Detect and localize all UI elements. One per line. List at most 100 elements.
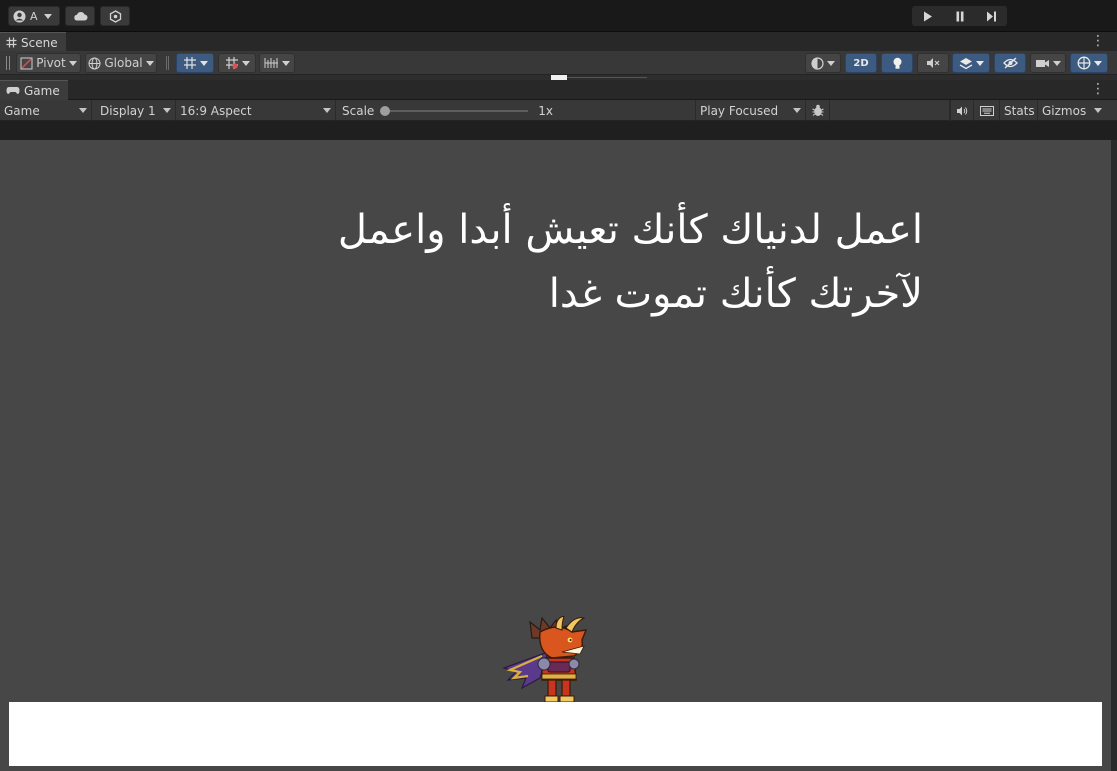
grid-snap-icon — [183, 57, 196, 69]
shading-mode-dropdown[interactable] — [805, 53, 841, 73]
chevron-down-icon — [793, 108, 801, 113]
play-button[interactable] — [912, 6, 944, 26]
pivot-icon — [20, 57, 33, 69]
chevron-down-icon — [323, 108, 331, 113]
view-select[interactable]: Game — [0, 100, 92, 121]
game-toolbar: Game Display 1 16:9 Aspect Scale 1x Play… — [0, 100, 1117, 121]
step-icon — [986, 11, 996, 21]
services-button[interactable] — [100, 6, 130, 26]
snap-increment-icon — [225, 57, 238, 69]
stats-button[interactable]: Stats — [1000, 100, 1038, 121]
lightbulb-icon — [893, 57, 901, 69]
play-icon — [923, 11, 932, 21]
scene-menu-icon[interactable]: ⋮ — [1091, 34, 1105, 48]
keyboard-icon — [979, 105, 994, 116]
gizmo-globe-icon — [1077, 56, 1090, 70]
display-select[interactable]: Display 1 — [92, 100, 176, 121]
dragon-knight-sprite — [502, 616, 588, 703]
pivot-label: Pivot — [36, 56, 66, 70]
chevron-down-icon — [827, 60, 835, 66]
mute-audio-button[interactable] — [950, 100, 974, 121]
chevron-down-icon — [43, 13, 52, 19]
cloud-button[interactable] — [65, 6, 95, 26]
tab-scene-label: Scene — [21, 35, 58, 50]
eye-slash-icon — [1002, 57, 1018, 69]
shading-icon — [811, 56, 824, 70]
lighting-toggle[interactable] — [881, 53, 913, 73]
hidden-objects-toggle[interactable] — [994, 53, 1026, 73]
2d-mode-button[interactable]: 2D — [845, 53, 877, 73]
pivot-dropdown[interactable]: Pivot — [16, 53, 81, 73]
camera-dropdown[interactable] — [1030, 53, 1066, 73]
services-icon — [109, 9, 121, 23]
scale-label: Scale — [342, 103, 375, 118]
account-label: A — [30, 9, 38, 23]
view-select-value: Game — [4, 103, 40, 118]
gizmos-button[interactable]: Gizmos — [1038, 100, 1108, 121]
chevron-down-icon — [1093, 60, 1102, 66]
ground-platform — [9, 702, 1102, 766]
drag-handle-icon[interactable] — [6, 56, 10, 70]
grid-snap-button[interactable] — [176, 53, 214, 73]
bug-icon — [811, 104, 824, 116]
aspect-select-value: 16:9 Aspect — [180, 103, 252, 118]
camera-icon — [1036, 59, 1049, 67]
account-icon — [13, 10, 26, 22]
chevron-down-icon — [163, 108, 171, 113]
quote-line-1: اعمل لدنياك كأنك تعيش أبدا واعمل — [337, 207, 923, 253]
pause-button[interactable] — [944, 6, 976, 26]
game-letterbox-top — [0, 121, 1117, 140]
tab-game-label: Game — [24, 83, 60, 98]
ruler-button[interactable] — [259, 53, 295, 73]
scale-slider-thumb[interactable] — [380, 105, 391, 116]
chevron-down-icon — [282, 60, 290, 66]
global-dropdown[interactable]: Global — [85, 53, 157, 73]
game-menu-icon[interactable]: ⋮ — [1091, 82, 1105, 96]
right-edge-panel — [1111, 140, 1117, 771]
toolbar-separator — [166, 56, 169, 70]
step-button[interactable] — [975, 6, 1007, 26]
stats-label: Stats — [1004, 103, 1035, 118]
account-dropdown[interactable]: A — [8, 6, 60, 26]
chevron-down-icon — [145, 60, 154, 66]
display-select-value: Display 1 — [100, 103, 156, 118]
scale-slider[interactable] — [380, 105, 529, 116]
global-label: Global — [104, 56, 143, 70]
layers-icon — [959, 57, 972, 69]
gizmos-label: Gizmos — [1042, 103, 1087, 118]
chevron-down-icon — [199, 60, 208, 66]
scene-view-red-marker — [567, 77, 647, 78]
toolbar-spacer — [830, 100, 950, 121]
speaker-icon — [957, 106, 968, 115]
snap-increment-button[interactable] — [218, 53, 256, 73]
grid-icon — [6, 37, 17, 48]
globe-icon — [88, 57, 101, 69]
scale-control: Scale 1x — [336, 100, 696, 121]
2d-mode-label: 2D — [853, 57, 869, 69]
chevron-down-icon — [79, 108, 87, 113]
play-mode-select[interactable]: Play Focused — [696, 100, 806, 121]
tab-scene[interactable]: Scene — [0, 32, 66, 52]
game-tab-strip: Game ⋮ — [0, 80, 1117, 100]
gizmos-scene-dropdown[interactable] — [1070, 53, 1108, 73]
shortcuts-button[interactable] — [974, 100, 1000, 121]
game-view[interactable]: اعمل لدنياك كأنك تعيش أبدا واعمل لآخرتك … — [0, 140, 1111, 771]
scale-slider-track — [380, 109, 529, 112]
chevron-down-icon — [975, 60, 984, 66]
gamepad-icon — [6, 87, 20, 94]
main-toolbar: A — [0, 0, 1117, 32]
playmode-controls — [912, 6, 1007, 26]
aspect-select[interactable]: 16:9 Aspect — [176, 100, 336, 121]
chevron-down-icon — [1094, 108, 1102, 113]
quote-text: اعمل لدنياك كأنك تعيش أبدا واعمل لآخرتك … — [203, 198, 923, 326]
pause-icon — [956, 11, 963, 21]
chevron-down-icon — [241, 60, 250, 66]
scene-toolbar: Pivot Global 2D — [0, 51, 1117, 75]
effects-dropdown[interactable] — [952, 53, 990, 73]
frame-debugger-button[interactable] — [806, 100, 830, 121]
quote-line-2: لآخرتك كأنك تموت غدا — [548, 271, 923, 317]
audio-toggle[interactable] — [917, 53, 949, 73]
cloud-icon — [73, 12, 87, 21]
scene-tab-strip: Scene ⋮ — [0, 32, 1117, 52]
tab-game[interactable]: Game — [0, 80, 68, 100]
